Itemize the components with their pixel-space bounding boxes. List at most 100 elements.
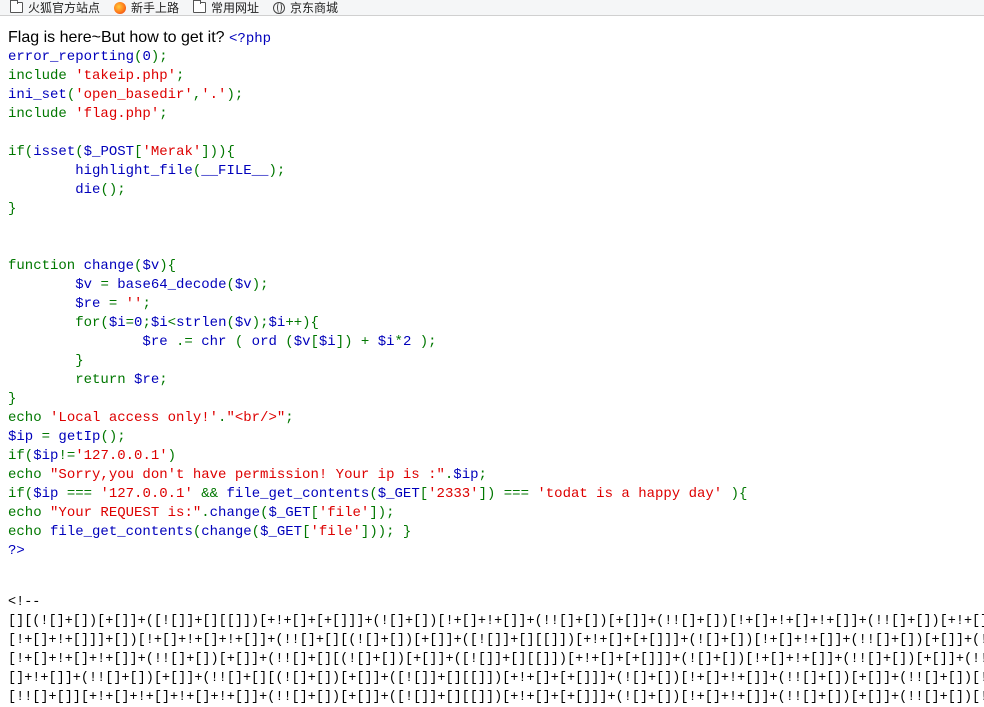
- code-token: 'Merak': [142, 144, 202, 160]
- code-token: );: [268, 163, 286, 179]
- bookmark-label: 新手上路: [131, 0, 180, 15]
- code-token: 'open_basedir': [75, 87, 193, 103]
- code-token: isset: [33, 144, 76, 160]
- bookmark-item-getting-started[interactable]: 新手上路: [114, 0, 180, 15]
- code-token: [: [310, 334, 319, 350]
- code-token: ;: [159, 106, 168, 122]
- code-token: [: [419, 486, 429, 502]
- code-token: ===: [66, 486, 101, 502]
- code-token: $v: [234, 277, 252, 293]
- code-line: ini_set('open_basedir','.');: [8, 87, 243, 103]
- code-token: 'file': [310, 524, 361, 540]
- code-token: ){: [730, 486, 748, 502]
- code-token: include: [8, 68, 76, 84]
- bookmarks-toolbar: 火狐官方站点 新手上路 常用网址 京东商城: [0, 0, 984, 16]
- code-token: $ip: [8, 429, 42, 445]
- code-token: $v: [234, 315, 252, 331]
- code-token: if(: [8, 144, 34, 160]
- code-token: ;: [142, 296, 151, 312]
- code-token: (: [66, 87, 76, 103]
- code-token: *: [394, 334, 403, 350]
- code-token: chr: [201, 334, 235, 350]
- code-token: $v: [8, 277, 101, 293]
- code-token: return: [8, 372, 135, 388]
- code-token: ]);: [369, 505, 395, 521]
- code-token: .: [201, 505, 210, 521]
- code-token: $ip: [453, 467, 479, 483]
- code-token: (: [226, 277, 235, 293]
- code-line: error_reporting(0);: [8, 49, 168, 65]
- code-token: );: [251, 315, 269, 331]
- code-token: $_GET: [260, 524, 303, 540]
- code-token: ord: [251, 334, 286, 350]
- code-token: '': [125, 296, 143, 312]
- code-token: include: [8, 106, 76, 122]
- code-token: function: [8, 258, 84, 274]
- code-token: error_reporting: [8, 49, 135, 65]
- code-line: ?>: [8, 543, 25, 559]
- code-token: $i: [108, 315, 126, 331]
- jsfuck-line: [][(![]+[])[+[]]+([![]]+[][[]])[+!+[]+[+…: [8, 614, 984, 629]
- code-token: die: [8, 182, 101, 198]
- code-token: $i: [318, 334, 336, 350]
- bookmark-item-common-sites[interactable]: 常用网址: [193, 0, 259, 14]
- code-token: "Your REQUEST is:": [50, 505, 202, 521]
- php-open-tag: <?php: [229, 31, 272, 47]
- code-token: 'takeip.php': [75, 68, 177, 84]
- code-token: $re: [8, 296, 109, 312]
- code-token: ,: [192, 87, 202, 103]
- code-token: .=: [176, 334, 202, 350]
- code-token: =: [100, 277, 118, 293]
- code-token: (: [192, 524, 202, 540]
- code-token: }: [8, 201, 17, 217]
- jsfuck-line: [!![]+[]][+!+[]+!+[]+!+[]+!+[]]+(!![]+[]…: [8, 690, 984, 705]
- code-token: echo: [8, 410, 51, 426]
- jsfuck-comment-block: <!-- [][(![]+[])[+[]]+([![]]+[][[]])[+!+…: [8, 593, 984, 707]
- jsfuck-line: [!+[]+!+[]]]+[])[!+[]+!+[]+!+[]]+(!![]+[…: [8, 633, 984, 648]
- firefox-icon: [114, 1, 127, 14]
- code-line: $re .= chr ( ord ($v[$i]) + $i*2 );: [8, 334, 437, 350]
- code-line: }: [8, 201, 16, 217]
- code-token: ;: [176, 68, 185, 84]
- code-token: for(: [8, 315, 109, 331]
- code-token: $_POST: [83, 144, 135, 160]
- code-token: =: [125, 315, 135, 331]
- code-token: $v: [142, 258, 160, 274]
- code-token: "Sorry,you don't have permission! Your i…: [50, 467, 445, 483]
- code-token: =: [41, 429, 59, 445]
- code-token: echo: [8, 505, 51, 521]
- code-line: }: [8, 353, 83, 369]
- code-token: $_GET: [377, 486, 420, 502]
- php-source-code: error_reporting(0); include 'takeip.php'…: [8, 48, 747, 561]
- code-token: }: [8, 391, 17, 407]
- code-line: function change($v){: [8, 258, 176, 274]
- code-line: }: [8, 391, 16, 407]
- code-token: if(: [8, 448, 34, 464]
- code-token: '2333': [428, 486, 479, 502]
- code-token: change: [201, 524, 252, 540]
- code-token: base64_decode: [117, 277, 227, 293]
- code-token: (: [285, 334, 294, 350]
- code-token: (: [369, 486, 378, 502]
- bookmark-item-firefox-official[interactable]: 火狐官方站点: [10, 0, 100, 14]
- code-line: include 'takeip.php';: [8, 68, 184, 84]
- code-line: echo "Your REQUEST is:".change($_GET['fi…: [8, 505, 395, 521]
- code-token: $_GET: [268, 505, 311, 521]
- page-headline: Flag is here~But how to get it? <?php: [8, 29, 271, 48]
- code-token: ;: [142, 315, 151, 331]
- code-line: die();: [8, 182, 126, 198]
- folder-icon: [193, 0, 207, 13]
- code-token: strlen: [176, 315, 227, 331]
- code-line: if(isset($_POST['Merak'])){: [8, 144, 235, 160]
- code-token: (: [226, 315, 235, 331]
- bookmark-item-jd-mall[interactable]: 京东商城: [273, 1, 338, 14]
- code-token: ]) ===: [478, 486, 538, 502]
- code-token: );: [419, 334, 437, 350]
- code-token: $ip: [33, 486, 67, 502]
- code-token: $i: [377, 334, 395, 350]
- code-token: ){: [159, 258, 177, 274]
- code-token: $re: [134, 372, 160, 388]
- code-line: echo "Sorry,you don't have permission! Y…: [8, 467, 487, 483]
- code-token: 'flag.php': [75, 106, 160, 122]
- code-token: ();: [100, 182, 126, 198]
